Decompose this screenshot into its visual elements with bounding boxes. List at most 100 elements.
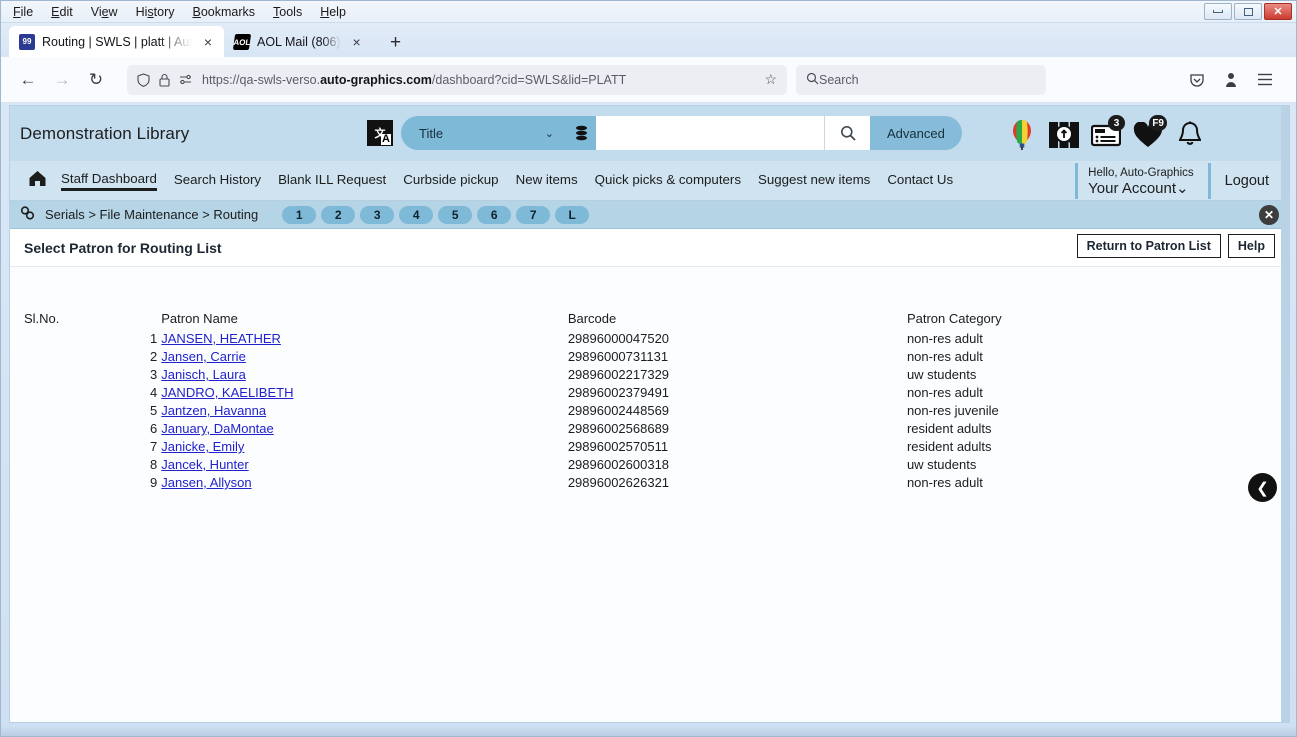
library-name: Demonstration Library [20,123,190,143]
search-scope-select[interactable]: Title ⌄ [401,116,566,150]
favorites-heart-icon[interactable]: F9 [1129,115,1167,154]
step-pill-5[interactable]: 5 [438,205,473,224]
save-to-pocket-icon[interactable] [1182,65,1212,95]
advanced-search-button[interactable]: Advanced [870,116,962,150]
column-header-slno: Sl.No. [24,311,60,326]
site-navigation: Staff Dashboard Search History Blank ILL… [10,161,1289,201]
reload-button[interactable]: ↻ [81,65,111,95]
new-tab-button[interactable]: + [385,33,407,52]
nav-quick-picks-computers[interactable]: Quick picks & computers [595,172,741,189]
lock-icon [159,73,170,87]
translate-icon[interactable]: 文A [367,120,393,146]
table-row: 4 JANDRO, KAELIBETH 29896002379491 non-r… [24,385,1264,403]
menu-file[interactable]: File [13,1,33,23]
aol-favicon-icon: AOL [232,33,252,50]
reader-view-icon[interactable] [179,74,193,86]
table-row: 2 Jansen, Carrie 29896000731131 non-res … [24,349,1264,367]
window-maximize-button[interactable] [1234,3,1262,20]
page-scrollbar-thumb[interactable] [1281,106,1289,722]
search-scope-value: Title [419,125,444,141]
patron-list-content: Sl.No. Patron Name Barcode Patron Catego… [10,267,1289,722]
row-number: 1 [150,331,158,346]
step-pill-7[interactable]: 7 [516,205,551,224]
menu-view[interactable]: View [91,1,118,23]
patron-category: resident adults [906,439,992,454]
table-row: 6 January, DaMontae 29896002568689 resid… [24,421,1264,439]
nav-blank-ill-request[interactable]: Blank ILL Request [278,172,386,189]
address-bar[interactable]: https://qa-swls-verso.auto-graphics.com/… [127,64,787,95]
logout-link[interactable]: Logout [1207,163,1281,199]
hamburger-menu-icon[interactable] [1250,65,1280,95]
step-pill-2[interactable]: 2 [321,205,356,224]
patron-table-body: 1 JANSEN, HEATHER 29896000047520 non-res… [24,331,1264,493]
patron-name-link[interactable]: Jansen, Carrie [161,349,246,364]
window-minimize-button[interactable] [1204,3,1232,20]
research-icon[interactable] [1045,116,1083,154]
star-icon[interactable]: ☆ [756,71,777,88]
your-account-menu[interactable]: Hello, Auto-Graphics Your Account⌄ [1075,163,1207,199]
menu-bookmarks[interactable]: Bookmarks [192,1,255,23]
browser-tab-routing[interactable]: 99 Routing | SWLS | platt | Auto-Gra × [9,26,224,57]
catalog-search-cluster: 文A Title ⌄ Advanced [367,116,962,150]
account-icon[interactable] [1216,65,1246,95]
app-header: Demonstration Library 文A Title ⌄ Advance… [10,106,1289,161]
patron-barcode: 29896002600318 [567,457,670,472]
forward-button[interactable]: → [47,65,77,95]
menu-help[interactable]: Help [320,1,346,23]
header-icon-group: 3 F9 [1003,115,1209,154]
browser-toolbar: ← → ↻ https://qa-swls-verso.auto-graphic… [1,57,1296,103]
browser-tab-aol-mail[interactable]: AOL AOL Mail (806) × [224,26,373,57]
collapse-panel-arrow[interactable]: ❮ [1248,473,1277,502]
row-number: 8 [150,457,158,472]
nav-suggest-new-items[interactable]: Suggest new items [758,172,870,189]
tab-title: AOL Mail (806) [257,34,341,49]
step-pill-3[interactable]: 3 [360,205,395,224]
menu-history[interactable]: History [136,1,175,23]
page-scrollbar[interactable] [1281,106,1289,722]
database-icon[interactable] [566,116,596,150]
patron-name-link[interactable]: Janisch, Laura [161,367,246,382]
patron-category: resident adults [906,421,992,436]
browser-search-box[interactable]: Search [796,64,1046,95]
step-pills: 1 2 3 4 5 6 7 L [282,205,590,224]
patron-name-link[interactable]: Janicke, Emily [161,439,244,454]
column-header-patron-name: Patron Name [161,311,238,326]
menu-tools[interactable]: Tools [273,1,302,23]
balloon-icon[interactable] [1003,116,1041,154]
nav-curbside-pickup[interactable]: Curbside pickup [403,172,498,189]
return-to-patron-list-button[interactable]: Return to Patron List [1076,234,1221,258]
my-list-icon[interactable]: 3 [1087,115,1125,154]
step-pill-L[interactable]: L [555,205,590,224]
tab-close-icon[interactable]: × [200,35,216,49]
your-account-label: Your Account⌄ [1088,179,1189,197]
nav-contact-us[interactable]: Contact Us [887,172,953,189]
row-number: 6 [150,421,158,436]
search-submit-button[interactable] [824,116,870,150]
nav-staff-dashboard[interactable]: Staff Dashboard [61,171,157,191]
menu-edit[interactable]: Edit [51,1,73,23]
help-button[interactable]: Help [1227,234,1275,258]
url-text: https://qa-swls-verso.auto-graphics.com/… [202,72,627,87]
step-pill-1[interactable]: 1 [282,205,317,224]
notifications-bell-icon[interactable] [1171,116,1209,154]
close-icon[interactable]: ✕ [1259,205,1279,225]
patron-name-link[interactable]: JANDRO, KAELIBETH [161,385,293,400]
web-page-viewport: Demonstration Library 文A Title ⌄ Advance… [9,105,1290,723]
patron-name-link[interactable]: Jancek, Hunter [161,457,248,472]
step-pill-6[interactable]: 6 [477,205,512,224]
nav-search-history[interactable]: Search History [174,172,261,189]
window-close-button[interactable]: ✕ [1264,3,1292,20]
patron-name-link[interactable]: Jansen, Allyson [161,475,251,490]
step-pill-4[interactable]: 4 [399,205,434,224]
back-button[interactable]: ← [13,65,43,95]
account-area: Hello, Auto-Graphics Your Account⌄ Logou… [1075,163,1281,199]
home-icon[interactable] [28,170,47,192]
tab-close-icon[interactable]: × [349,35,365,49]
row-number: 3 [150,367,158,382]
patron-name-link[interactable]: January, DaMontae [161,421,274,436]
nav-new-items[interactable]: New items [516,172,578,189]
patron-name-link[interactable]: Jantzen, Havanna [161,403,266,418]
patron-name-link[interactable]: JANSEN, HEATHER [161,331,281,346]
search-input[interactable] [596,116,824,150]
column-header-spacer [143,309,157,331]
